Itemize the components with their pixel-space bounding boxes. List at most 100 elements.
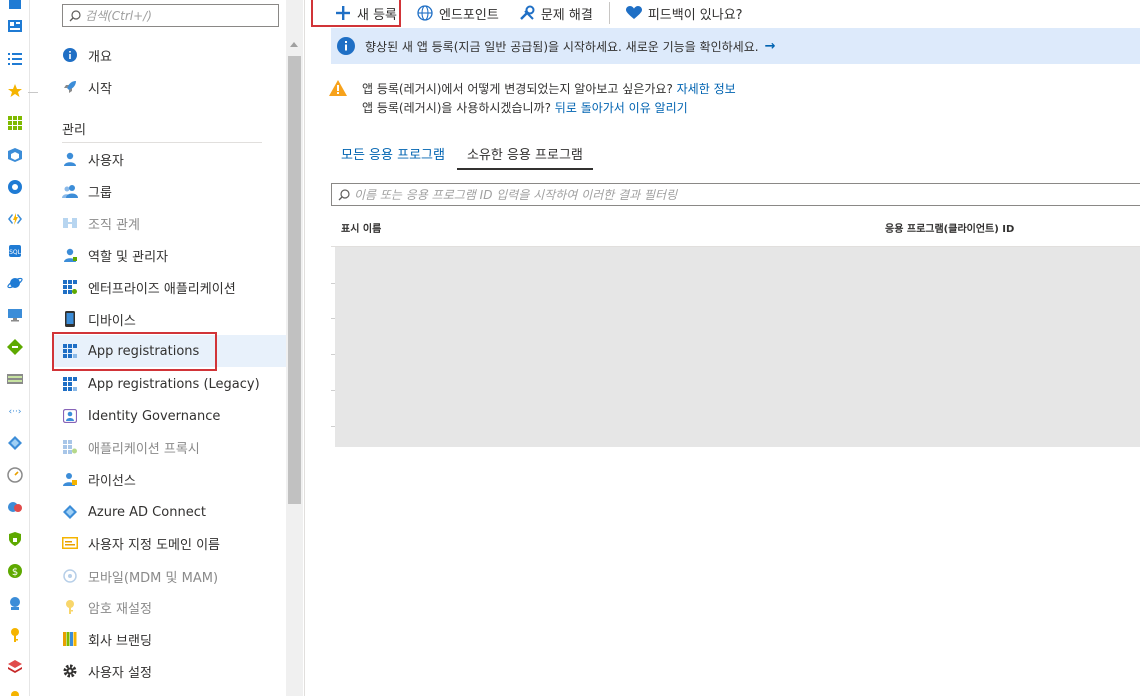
group-icon bbox=[62, 183, 78, 199]
more-services-icon[interactable] bbox=[6, 688, 23, 696]
scroll-up-arrow[interactable] bbox=[290, 42, 298, 47]
app-services-icon[interactable] bbox=[6, 178, 23, 195]
heart-icon bbox=[625, 5, 642, 21]
tab-all-applications[interactable]: 모든 응용 프로그램 bbox=[331, 138, 455, 170]
app-tabs: 모든 응용 프로그램 소유한 응용 프로그램 bbox=[331, 138, 593, 170]
home-icon[interactable] bbox=[6, 0, 23, 11]
troubleshoot-button[interactable]: 문제 해결 bbox=[519, 1, 593, 25]
menu-item-enterprise-apps[interactable]: 엔터프라이즈 애플리케이션 bbox=[52, 271, 286, 303]
advisor-icon[interactable] bbox=[6, 498, 23, 515]
warning-icon bbox=[329, 80, 347, 96]
load-balancer-icon[interactable] bbox=[6, 338, 23, 355]
warning-line-2: 앱 등록(레거시)을 사용하시겠습니까? 뒤로 돌아가서 이유 알리기 bbox=[362, 101, 688, 115]
device-icon bbox=[62, 311, 78, 327]
gear-icon bbox=[62, 663, 78, 679]
menu-item-user-settings[interactable]: 사용자 설정 bbox=[52, 655, 286, 687]
menu-item-groups[interactable]: 그룹 bbox=[52, 175, 286, 207]
wrench-icon bbox=[519, 5, 535, 21]
mobility-icon bbox=[62, 568, 78, 584]
column-header-display-name[interactable]: 표시 이름 bbox=[341, 220, 381, 235]
menu-item-overview[interactable]: 개요 bbox=[52, 39, 286, 71]
resource-group-icon[interactable] bbox=[6, 146, 23, 163]
table-row[interactable] bbox=[331, 283, 335, 284]
table-row[interactable] bbox=[331, 390, 335, 391]
table-row[interactable] bbox=[331, 318, 335, 319]
warning-line-1: 앱 등록(레거시)에서 어떻게 변경되었는지 알아보고 싶은가요? 자세한 정보 bbox=[362, 82, 736, 96]
info-icon bbox=[337, 37, 355, 55]
command-bar: 새 등록 엔드포인트 문제 해결 피드백이 있나요? bbox=[305, 0, 1140, 26]
rail-divider bbox=[28, 92, 38, 93]
dashboard-icon[interactable] bbox=[6, 17, 23, 34]
column-header-app-id[interactable]: 응용 프로그램(클라이언트) ID bbox=[885, 220, 1014, 235]
sql-database-icon[interactable]: SQL bbox=[6, 242, 23, 259]
menu-item-password-reset[interactable]: 암호 재설정 bbox=[52, 591, 286, 623]
menu-item-users[interactable]: 사용자 bbox=[52, 143, 286, 175]
tab-owned-applications[interactable]: 소유한 응용 프로그램 bbox=[456, 138, 593, 170]
key-vault-icon[interactable] bbox=[6, 626, 23, 643]
menu-item-quickstart[interactable]: 시작 bbox=[52, 71, 286, 103]
highlight-app-registrations bbox=[52, 332, 217, 371]
company-branding-icon bbox=[62, 631, 78, 647]
cost-management-icon[interactable]: $ bbox=[6, 562, 23, 579]
search-placeholder: 검색(Ctrl+/) bbox=[85, 9, 152, 23]
svg-text:SQL: SQL bbox=[9, 249, 22, 256]
menu-item-app-proxy[interactable]: 애플리케이션 프록시 bbox=[52, 431, 286, 463]
all-resources-icon[interactable] bbox=[6, 114, 23, 131]
virtual-machine-icon[interactable] bbox=[6, 306, 23, 323]
licenses-icon bbox=[62, 471, 78, 487]
table-row[interactable] bbox=[331, 354, 335, 355]
filter-input[interactable]: 이름 또는 응용 프로그램 ID 입력을 시작하여 이러한 결과 필터링 bbox=[331, 183, 1140, 206]
blade-menu: 검색(Ctrl+/) « 개요 시작 관리 사용자 그룹 조직 관계 역할 및 … bbox=[38, 0, 295, 696]
menu-item-azure-ad-connect[interactable]: Azure AD Connect bbox=[52, 496, 286, 528]
virtual-network-icon[interactable]: ‹··› bbox=[6, 402, 23, 419]
menu-item-devices[interactable]: 디바이스 bbox=[52, 303, 286, 335]
azure-portal: SQL ‹··› $ 검색(Ctrl+/) « 개요 시작 관리 bbox=[0, 0, 1140, 696]
roles-admins-icon bbox=[62, 247, 78, 263]
table-row[interactable] bbox=[331, 426, 335, 427]
enterprise-apps-icon bbox=[62, 279, 78, 295]
menu-item-org-relationships[interactable]: 조직 관계 bbox=[52, 207, 286, 239]
rocket-icon bbox=[62, 79, 78, 95]
svg-text:‹··›: ‹··› bbox=[8, 407, 21, 417]
cosmos-db-icon[interactable] bbox=[6, 274, 23, 291]
go-back-feedback-link[interactable]: 뒤로 돌아가서 이유 알리기 bbox=[555, 101, 688, 115]
info-banner[interactable]: 향상된 새 앱 등록(지금 일반 공급됨)을 시작하세요. 새로운 기능을 확인… bbox=[331, 28, 1140, 64]
all-services-icon[interactable] bbox=[6, 50, 23, 67]
user-icon bbox=[62, 151, 78, 167]
app-proxy-icon bbox=[62, 439, 78, 455]
service-rail: SQL ‹··› $ bbox=[0, 0, 38, 696]
storage-account-icon[interactable] bbox=[6, 370, 23, 387]
menu-item-app-registrations-legacy[interactable]: App registrations (Legacy) bbox=[52, 368, 286, 400]
help-support-icon[interactable] bbox=[6, 594, 23, 611]
section-header-manage: 관리 bbox=[62, 123, 86, 138]
layers-icon[interactable] bbox=[6, 658, 23, 675]
search-icon bbox=[69, 9, 81, 21]
main-content: 새 등록 엔드포인트 문제 해결 피드백이 있나요? 향상된 새 앱 등록(지금… bbox=[304, 0, 1140, 696]
globe-icon bbox=[417, 5, 433, 21]
banner-text: 향상된 새 앱 등록(지금 일반 공급됨)을 시작하세요. 새로운 기능을 확인… bbox=[365, 39, 759, 54]
banner-arrow-icon[interactable]: → bbox=[765, 39, 776, 54]
menu-item-roles-admins[interactable]: 역할 및 관리자 bbox=[52, 239, 286, 271]
menu-search-input[interactable]: 검색(Ctrl+/) bbox=[62, 4, 279, 27]
security-center-icon[interactable] bbox=[6, 530, 23, 547]
feedback-button[interactable]: 피드백이 있나요? bbox=[625, 1, 743, 25]
info-icon bbox=[62, 47, 78, 63]
menu-item-company-branding[interactable]: 회사 브랜딩 bbox=[52, 623, 286, 655]
learn-more-link[interactable]: 자세한 정보 bbox=[677, 82, 736, 96]
menu-item-licenses[interactable]: 라이선스 bbox=[52, 463, 286, 495]
monitor-icon[interactable] bbox=[6, 466, 23, 483]
endpoints-button[interactable]: 엔드포인트 bbox=[417, 1, 499, 25]
favorites-star-icon[interactable] bbox=[6, 82, 23, 99]
menu-item-identity-governance[interactable]: Identity Governance bbox=[52, 400, 286, 432]
menu-item-mobility[interactable]: 모바일(MDM 및 MAM) bbox=[52, 560, 286, 592]
azure-ad-icon[interactable] bbox=[6, 434, 23, 451]
function-app-icon[interactable] bbox=[6, 210, 23, 227]
toolbar-separator bbox=[608, 2, 610, 24]
menu-item-custom-domain-names[interactable]: 사용자 지정 도메인 이름 bbox=[52, 527, 286, 559]
search-icon bbox=[338, 188, 350, 200]
azure-ad-connect-icon bbox=[62, 504, 78, 520]
scroll-thumb[interactable] bbox=[288, 56, 301, 504]
redacted-table-rows bbox=[335, 247, 1140, 447]
org-relationships-icon bbox=[62, 215, 78, 231]
menu-scrollbar[interactable] bbox=[286, 0, 303, 696]
